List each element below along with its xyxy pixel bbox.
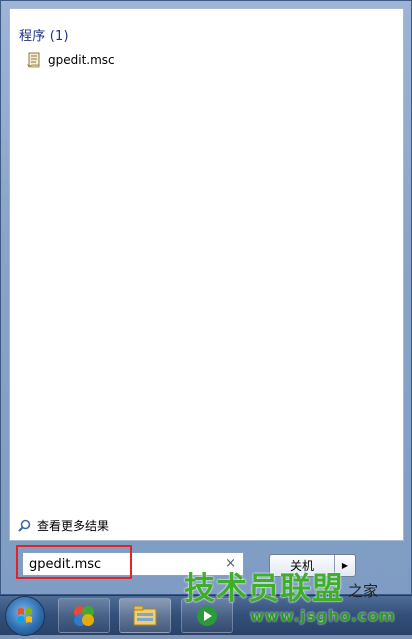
explorer-folder-icon bbox=[133, 605, 157, 625]
shutdown-button[interactable]: 关机 bbox=[270, 555, 335, 576]
search-results-panel: 程序 (1) gpedit.msc 查看更多结果 bbox=[9, 8, 404, 541]
taskbar-media-player-button[interactable] bbox=[181, 598, 233, 633]
results-category-header: 程序 (1) bbox=[19, 29, 69, 44]
search-icon bbox=[18, 519, 31, 532]
see-more-label: 查看更多结果 bbox=[37, 519, 110, 533]
shutdown-split-button: 关机 ▶ bbox=[269, 554, 356, 577]
shutdown-options-arrow-icon[interactable]: ▶ bbox=[335, 555, 355, 576]
taskbar-app-color-icon[interactable] bbox=[58, 598, 110, 633]
taskbar bbox=[0, 595, 412, 635]
search-input[interactable] bbox=[23, 556, 219, 572]
media-player-icon bbox=[197, 605, 217, 626]
search-box[interactable]: × bbox=[22, 552, 244, 576]
windows-logo-icon bbox=[18, 608, 32, 623]
clear-search-icon[interactable]: × bbox=[225, 556, 236, 571]
taskbar-explorer-button[interactable] bbox=[119, 598, 171, 633]
start-orb-button[interactable] bbox=[6, 597, 44, 635]
start-menu-frame: 程序 (1) gpedit.msc 查看更多结果 gpedit.msc × 关机… bbox=[0, 0, 412, 595]
script-file-icon bbox=[27, 52, 41, 68]
color-app-icon bbox=[74, 605, 94, 626]
result-item-label: gpedit.msc bbox=[48, 53, 115, 67]
result-item-gpedit[interactable]: gpedit.msc bbox=[27, 50, 147, 70]
see-more-results-link[interactable]: 查看更多结果 bbox=[18, 517, 109, 534]
